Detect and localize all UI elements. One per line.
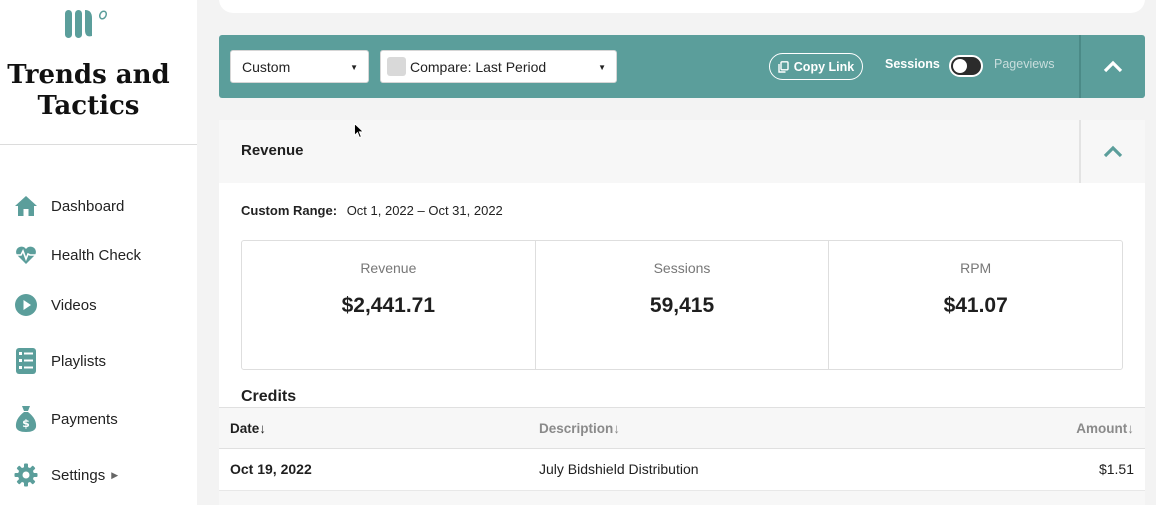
- revenue-collapse-button[interactable]: [1081, 120, 1145, 183]
- cell-amount: $1.51: [1098, 461, 1134, 477]
- credits-table-header: Date↓ Description↓ Amount↓: [219, 407, 1145, 449]
- compare-color-swatch: [387, 57, 406, 76]
- copy-link-label: Copy Link: [793, 59, 855, 74]
- chevron-down-icon: ▼: [598, 63, 606, 72]
- leaf-monogram-icon: [65, 10, 108, 38]
- stat-revenue: Revenue $2,441.71: [242, 241, 536, 369]
- gear-icon: [13, 462, 39, 488]
- chevron-up-icon: [1103, 145, 1123, 158]
- toggle-knob: [953, 59, 967, 73]
- chevron-up-icon: [1103, 60, 1123, 73]
- column-header-date[interactable]: Date↓: [230, 421, 266, 436]
- sidebar-item-label: Dashboard: [51, 197, 125, 215]
- revenue-panel-title: Revenue: [241, 142, 304, 159]
- sidebar-item-dashboard[interactable]: Dashboard: [13, 191, 124, 221]
- compare-value: Compare: Last Period: [410, 58, 547, 75]
- toolbar-collapse-button[interactable]: [1081, 35, 1145, 98]
- custom-range-row: Custom Range: Oct 1, 2022 – Oct 31, 2022: [241, 203, 503, 218]
- stat-rpm: RPM $41.07: [829, 241, 1122, 369]
- column-header-description[interactable]: Description↓: [539, 421, 620, 436]
- sidebar-item-health-check[interactable]: Health Check: [13, 240, 141, 270]
- list-icon: [13, 348, 39, 374]
- copy-icon: [778, 60, 789, 73]
- sidebar-item-label: Playlists: [51, 352, 107, 370]
- credits-title: Credits: [241, 388, 297, 405]
- copy-link-button[interactable]: Copy Link: [769, 53, 863, 80]
- stat-value: 59,415: [649, 294, 715, 317]
- stat-label: Sessions: [653, 260, 711, 276]
- stat-sessions: Sessions 59,415: [536, 241, 830, 369]
- sidebar-item-settings[interactable]: Settings ▶: [13, 460, 118, 490]
- top-card: [219, 0, 1145, 13]
- chevron-right-icon: ▶: [111, 469, 119, 480]
- heartbeat-icon: [13, 242, 39, 268]
- custom-range-label: Custom Range:: [241, 203, 338, 218]
- sidebar-item-payments[interactable]: $ Payments: [13, 404, 118, 434]
- cell-description: July Bidshield Distribution: [539, 461, 699, 477]
- sessions-pageviews-toggle[interactable]: [949, 55, 983, 77]
- sidebar-item-label: Settings: [51, 466, 106, 484]
- svg-text:$: $: [22, 417, 30, 430]
- table-row: [219, 491, 1145, 505]
- sidebar: Trends and Tactics Dashboard Health Chec…: [0, 0, 197, 505]
- home-icon: [13, 193, 39, 219]
- chevron-down-icon: ▼: [350, 63, 358, 72]
- money-bag-icon: $: [13, 406, 39, 432]
- compare-select[interactable]: Compare: Last Period ▼: [380, 50, 617, 83]
- column-header-amount[interactable]: Amount↓: [1076, 421, 1134, 436]
- stat-value: $2,441.71: [341, 294, 436, 317]
- play-circle-icon: [13, 292, 39, 318]
- date-range-value: Custom: [242, 58, 291, 75]
- cell-date: Oct 19, 2022: [230, 461, 312, 477]
- pageviews-toggle-label: Pageviews: [994, 57, 1055, 71]
- sidebar-item-label: Payments: [51, 410, 118, 428]
- stats-summary: Revenue $2,441.71 Sessions 59,415 RPM $4…: [241, 240, 1123, 370]
- sessions-toggle-label: Sessions: [885, 57, 940, 71]
- sidebar-item-playlists[interactable]: Playlists: [13, 346, 106, 376]
- mouse-cursor-icon: [354, 123, 364, 139]
- revenue-panel: Revenue Custom Range: Oct 1, 2022 – Oct …: [219, 120, 1145, 505]
- filter-toolbar: Custom ▼ Compare: Last Period ▼ Copy Lin…: [219, 35, 1145, 98]
- table-row: Oct 19, 2022 July Bidshield Distribution…: [219, 449, 1145, 491]
- sidebar-item-videos[interactable]: Videos: [13, 290, 97, 320]
- date-range-select[interactable]: Custom ▼: [230, 50, 369, 83]
- sidebar-item-label: Videos: [51, 296, 97, 314]
- stat-value: $41.07: [943, 294, 1008, 317]
- stat-label: RPM: [960, 260, 992, 276]
- custom-range-value: Oct 1, 2022 – Oct 31, 2022: [346, 203, 503, 218]
- sidebar-item-label: Health Check: [51, 246, 142, 264]
- stat-label: Revenue: [360, 260, 417, 276]
- brand-name: Trends and Tactics: [7, 60, 170, 121]
- sidebar-divider: [0, 144, 197, 145]
